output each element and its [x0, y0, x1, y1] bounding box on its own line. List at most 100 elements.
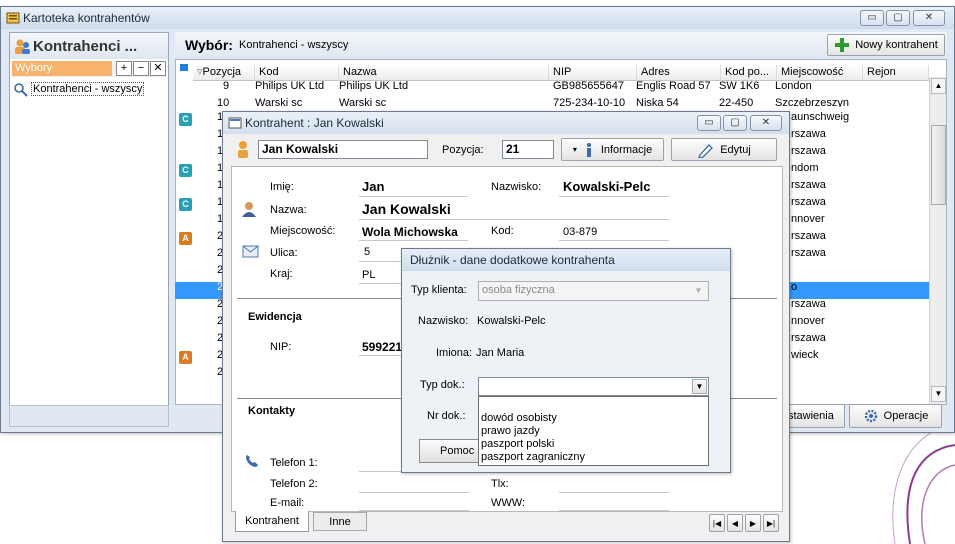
- table-row-1-miejsc[interactable]: Szczebrzeszyn: [775, 95, 849, 107]
- info-button[interactable]: ▾ Informacje: [561, 138, 664, 161]
- edit-button[interactable]: Edytuj: [671, 138, 777, 161]
- nav-prev-button[interactable]: ◀: [727, 514, 743, 532]
- imie-value[interactable]: Jan: [362, 179, 384, 194]
- table-row-city-partial[interactable]: wieck: [791, 347, 819, 364]
- typ-dok-select[interactable]: ▼: [478, 377, 709, 396]
- add-wybor-button[interactable]: +: [116, 61, 132, 76]
- contractor-name-field[interactable]: Jan Kowalski: [258, 140, 428, 159]
- table-row-1-nip[interactable]: 725-234-10-10: [553, 95, 625, 107]
- left-panel-title: Kontrahenci ...: [33, 37, 138, 55]
- minimize-button[interactable]: ▭: [860, 10, 884, 26]
- debtor-dialog: Dłużnik - dane dodatkowe kontrahenta Typ…: [401, 248, 731, 473]
- table-row-city-partial[interactable]: ndom: [791, 160, 819, 177]
- kod-value[interactable]: 03-879: [563, 226, 597, 238]
- table-row-1-adres[interactable]: Niska 54: [636, 95, 679, 107]
- table-row-city-partial[interactable]: nnover: [791, 313, 825, 330]
- detail-close-button[interactable]: ✕: [750, 115, 782, 131]
- table-row-0-nip[interactable]: GB985655647: [553, 78, 624, 95]
- maximize-button[interactable]: ▢: [886, 10, 910, 26]
- close-wybor-button[interactable]: ✕: [150, 61, 166, 76]
- envelope-icon: [242, 245, 259, 258]
- table-row-city-partial[interactable]: rszawa: [791, 194, 826, 211]
- nip-value[interactable]: 599221: [362, 340, 402, 354]
- typ-klienta-select: osoba fizyczna ▼: [478, 281, 709, 301]
- operations-label: Operacje: [883, 410, 929, 422]
- new-contractor-button[interactable]: Nowy kontrahent: [827, 34, 945, 56]
- table-row-city-partial[interactable]: aunschweig: [791, 109, 849, 126]
- table-row-0-kod[interactable]: Philips UK Ltd: [255, 78, 324, 95]
- person-icon: [238, 141, 248, 158]
- search-people-icon: [14, 82, 28, 97]
- tab-kontrahent[interactable]: Kontrahent: [235, 511, 309, 532]
- nav-first-button[interactable]: |◀: [709, 514, 725, 532]
- left-footer: [9, 405, 169, 427]
- wybory-label: Wybory: [12, 61, 112, 76]
- table-row-0-miejsc[interactable]: London: [775, 78, 812, 95]
- nip-label: NIP:: [270, 341, 292, 353]
- miejscowosc-value[interactable]: Wola Michowska: [362, 225, 458, 239]
- main-header: Wybór: Kontrahenci - wszyscy Nowy kontra…: [175, 32, 947, 58]
- tab-inne[interactable]: Inne: [313, 512, 367, 531]
- option-dowod-osobisty[interactable]: dowód osobisty: [479, 412, 708, 425]
- info-label: Informacje: [600, 143, 653, 156]
- table-row-0-nazwa[interactable]: Philips UK Ltd: [339, 78, 408, 95]
- scroll-down-arrow[interactable]: ▼: [931, 386, 946, 402]
- operations-button[interactable]: Operacje: [849, 404, 942, 428]
- pozycja-label: Pozycja:: [442, 144, 484, 156]
- close-button[interactable]: ✕: [913, 10, 945, 26]
- table-row-1-kodpo[interactable]: 22-450: [719, 95, 753, 107]
- table-row-0-poz[interactable]: 9: [223, 78, 229, 95]
- ulica-label: Ulica:: [270, 247, 298, 259]
- table-row-city-partial[interactable]: la Michows...: [791, 262, 855, 279]
- email-label: E-mail:: [270, 497, 305, 509]
- table-scrollbar[interactable]: ▲ ▼: [929, 77, 946, 404]
- table-row-city-partial[interactable]: rszawa: [791, 245, 826, 262]
- scroll-up-arrow[interactable]: ▲: [931, 78, 946, 94]
- table-row-city-partial[interactable]: nnover: [791, 211, 825, 228]
- table-row-city-partial[interactable]: rszawa: [791, 143, 826, 160]
- table-row-1-kod[interactable]: Warski sc: [255, 95, 302, 107]
- detail-minimize-button[interactable]: ▭: [697, 115, 721, 131]
- option-prawo-jazdy[interactable]: prawo jazdy: [479, 425, 708, 438]
- nav-next-button[interactable]: ▶: [745, 514, 761, 532]
- edit-label: Edytuj: [720, 143, 751, 156]
- typ-dok-options[interactable]: dowód osobisty prawo jazdy paszport pols…: [478, 396, 709, 466]
- option-paszport-zagraniczny[interactable]: paszport zagraniczny: [479, 451, 708, 464]
- gear-icon: [864, 409, 877, 423]
- category-badge-icon: C: [179, 198, 192, 211]
- remove-wybor-button[interactable]: −: [133, 61, 149, 76]
- table-row-city-partial[interactable]: rszawa: [791, 177, 826, 194]
- ulica-value[interactable]: 5: [364, 246, 370, 258]
- new-contractor-label: Nowy kontrahent: [855, 39, 938, 51]
- wybor-value: Kontrahenci - wszyscy: [239, 39, 349, 51]
- left-panel-header[interactable]: Kontrahenci ...: [10, 33, 168, 59]
- tree-item-all[interactable]: Kontrahenci - wszyscy: [13, 81, 145, 97]
- detail-maximize-button[interactable]: ▢: [723, 115, 747, 131]
- table-row-0-adres[interactable]: Englis Road 57: [636, 78, 711, 95]
- nazwisko-value[interactable]: Kowalski-Pelc: [563, 179, 650, 194]
- option-paszport-polski[interactable]: paszport polski: [479, 438, 708, 451]
- table-row-city-partial[interactable]: rszawa: [791, 296, 826, 313]
- table-row-city-partial[interactable]: o: [791, 279, 797, 296]
- table-row-1-poz[interactable]: 10: [217, 95, 229, 107]
- kraj-value[interactable]: PL: [362, 269, 375, 281]
- main-titlebar[interactable]: Kartoteka kontrahentów: [1, 7, 954, 29]
- dialog-titlebar[interactable]: Dłużnik - dane dodatkowe kontrahenta: [402, 249, 730, 271]
- table-row-city-partial[interactable]: rszawa: [791, 126, 826, 143]
- table-row-city-partial[interactable]: rszawa: [791, 330, 826, 347]
- scroll-thumb[interactable]: [931, 125, 946, 205]
- kod-label: Kod:: [491, 225, 514, 237]
- category-badge-icon: C: [179, 113, 192, 126]
- table-row-0-kodpo[interactable]: SW 1K6: [719, 78, 759, 95]
- table-row-city-partial[interactable]: rszawa: [791, 228, 826, 245]
- column-header-rejon[interactable]: Rejon: [863, 65, 929, 81]
- help-button[interactable]: Pomoc: [419, 439, 479, 463]
- chevron-down-icon[interactable]: ▼: [692, 379, 707, 394]
- category-badge-icon: A: [179, 232, 192, 245]
- table-row-1-nazwa[interactable]: Warski sc: [339, 95, 386, 107]
- pozycja-field[interactable]: 21: [502, 140, 554, 159]
- nav-last-button[interactable]: ▶|: [763, 514, 779, 532]
- typ-klienta-value: osoba fizyczna: [482, 284, 555, 296]
- nazwa-value[interactable]: Jan Kowalski: [362, 201, 451, 217]
- settings-button[interactable]: stawienia: [783, 404, 845, 428]
